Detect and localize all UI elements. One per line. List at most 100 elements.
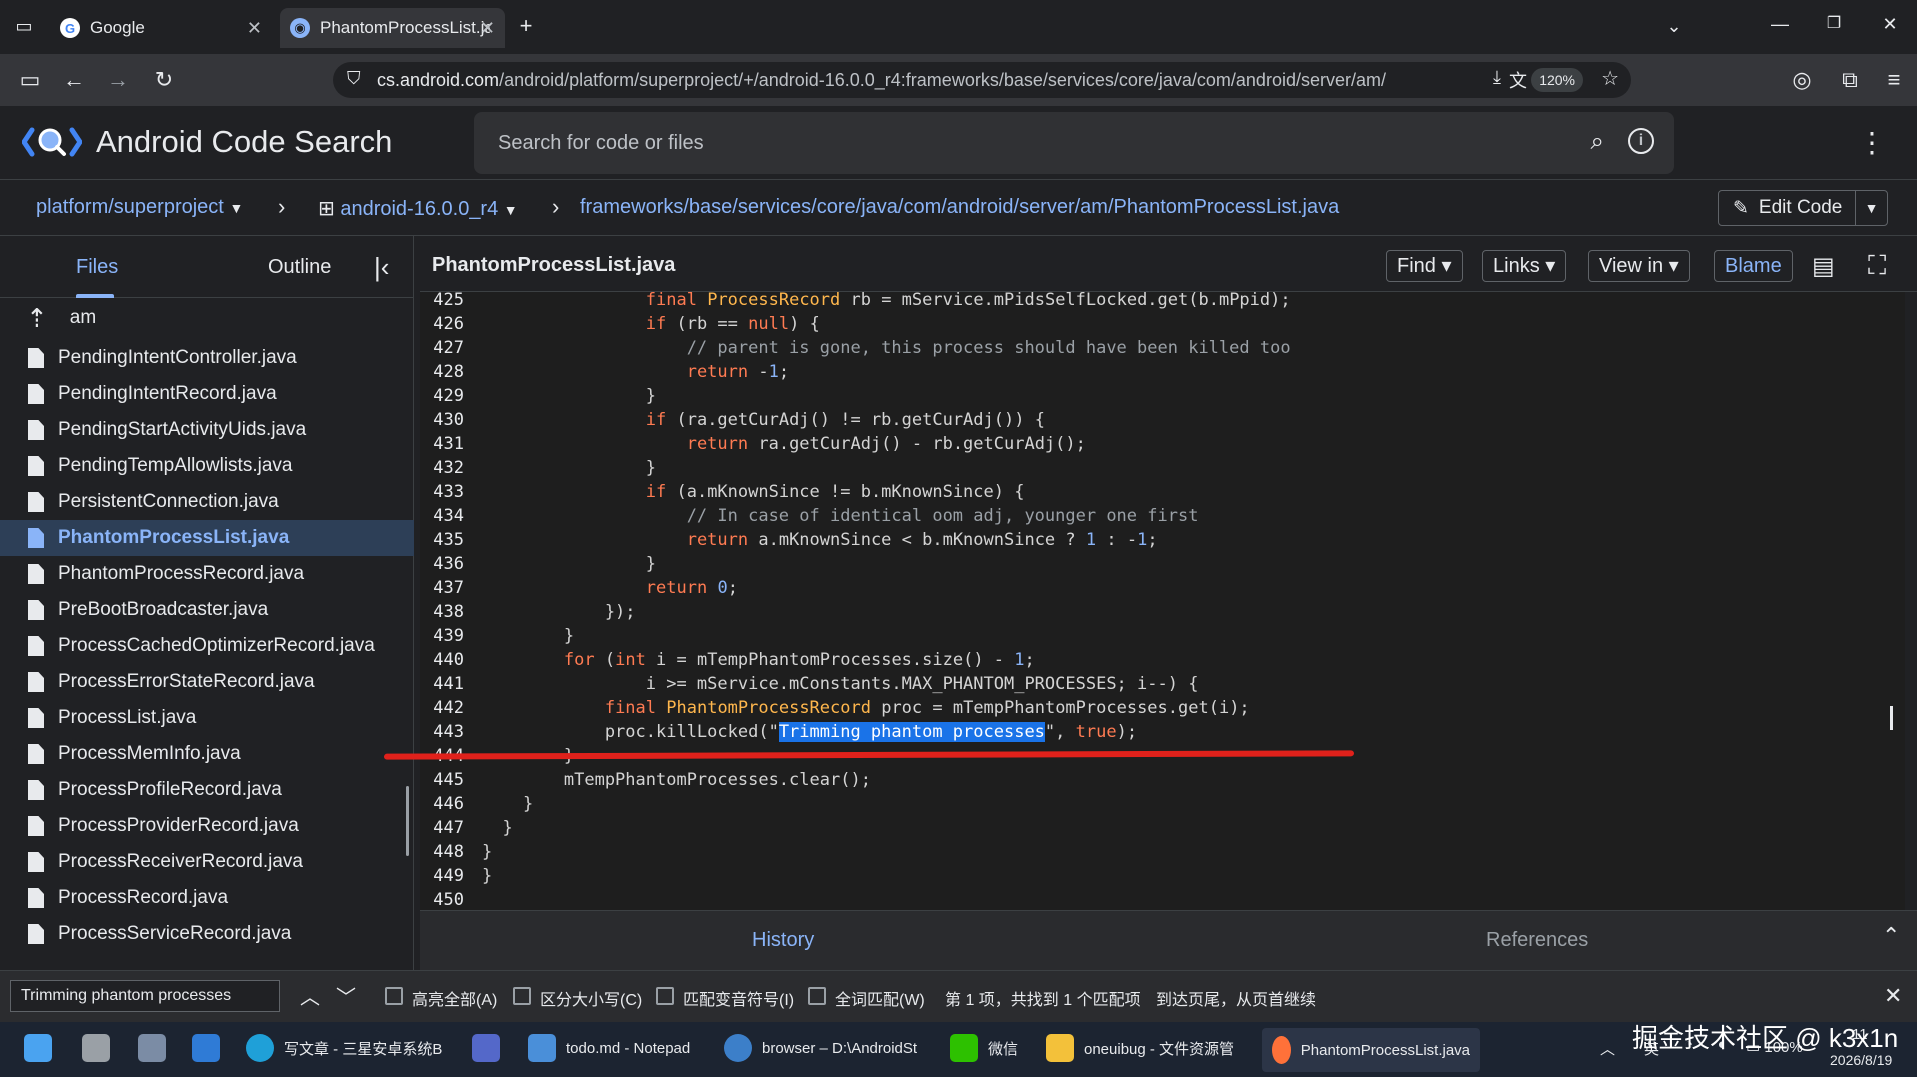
url-field[interactable]: ⛉ cs.android.com/android/platform/superp… — [333, 62, 1631, 98]
code-scrollbar[interactable] — [1890, 706, 1893, 730]
line-number[interactable]: 441 — [420, 672, 466, 696]
line-number[interactable]: 445 — [420, 768, 466, 792]
restore-icon[interactable]: ❐ — [1820, 10, 1848, 38]
tab-google[interactable]: G Google ✕ — [50, 8, 272, 48]
file-item[interactable]: PhantomProcessList.java — [0, 520, 414, 556]
fullscreen-icon[interactable]: ⛶ — [1868, 250, 1886, 282]
collapse-sidebar-icon[interactable]: |‹ — [374, 252, 389, 283]
line-number[interactable]: 429 — [420, 384, 466, 408]
expand-panel-icon[interactable]: ⌃ — [1882, 923, 1900, 949]
code-search-input[interactable]: Search for code or files ⌕ i — [474, 112, 1674, 174]
profile-icon[interactable]: ◎ — [1788, 66, 1816, 94]
branch-selector[interactable]: ⊞ android-16.0.0_r4 ▼ — [318, 196, 518, 221]
line-number[interactable]: 434 — [420, 504, 466, 528]
bookmark-star-icon[interactable]: ☆ — [1601, 66, 1619, 91]
reload-icon[interactable]: ↻ — [150, 66, 178, 94]
tab-outline[interactable]: Outline — [268, 256, 331, 279]
tab-references[interactable]: References — [1486, 929, 1588, 952]
line-number[interactable]: 447 — [420, 816, 466, 840]
line-number[interactable]: 435 — [420, 528, 466, 552]
line-number[interactable]: 442 — [420, 696, 466, 720]
taskbar-item-firefox[interactable]: PhantomProcessList.java — [1262, 1028, 1480, 1072]
line-number[interactable]: 437 — [420, 576, 466, 600]
find-previous-icon[interactable]: ︿ — [300, 981, 320, 1010]
diacritics-checkbox[interactable] — [656, 987, 674, 1005]
line-number[interactable]: 443 — [420, 720, 466, 744]
show-hidden-icons[interactable]: ︿ — [1600, 1038, 1615, 1059]
line-number[interactable]: 433 — [420, 480, 466, 504]
edit-dropdown-icon[interactable]: ▼ — [1855, 191, 1887, 225]
more-vert-icon[interactable]: ⋮ — [1858, 126, 1886, 159]
line-number[interactable]: 426 — [420, 312, 466, 336]
new-tab-icon[interactable]: + — [512, 12, 540, 40]
find-button[interactable]: Find ▾ — [1386, 250, 1463, 282]
links-button[interactable]: Links ▾ — [1482, 250, 1567, 282]
file-item[interactable]: PreBootBroadcaster.java — [0, 592, 414, 628]
line-number[interactable]: 446 — [420, 792, 466, 816]
tab-history[interactable]: History — [752, 929, 814, 952]
menu-icon[interactable]: ≡ — [1880, 66, 1908, 94]
close-tab-icon[interactable]: ✕ — [480, 18, 495, 39]
taskbar-item-wechat[interactable]: 微信 — [950, 1034, 1018, 1062]
install-app-icon[interactable]: ⤓ — [1493, 67, 1501, 88]
line-number[interactable]: 430 — [420, 408, 466, 432]
line-number[interactable]: 436 — [420, 552, 466, 576]
file-item[interactable]: ProcessRecord.java — [0, 880, 414, 916]
zoom-indicator[interactable]: 120% — [1531, 68, 1583, 92]
find-next-icon[interactable]: ﹀ — [336, 981, 356, 1010]
find-input[interactable]: Trimming phantom processes — [10, 980, 280, 1012]
line-number[interactable]: 449 — [420, 864, 466, 888]
forward-icon[interactable]: → — [104, 66, 132, 94]
line-number[interactable]: 432 — [420, 456, 466, 480]
parent-directory[interactable]: ⇡ am — [0, 300, 414, 336]
file-item[interactable]: ProcessCachedOptimizerRecord.java — [0, 628, 414, 664]
file-item[interactable]: PendingIntentRecord.java — [0, 376, 414, 412]
tab-phantom[interactable]: ◉ PhantomProcessList.java - Ar ✕ — [280, 8, 505, 48]
line-number[interactable]: 448 — [420, 840, 466, 864]
tab-files[interactable]: Files — [76, 256, 118, 279]
file-item[interactable]: PersistentConnection.java — [0, 484, 414, 520]
taskbar-item-explorer[interactable]: oneuibug - 文件资源管 — [1046, 1034, 1234, 1062]
taskbar-item-edge[interactable]: 写文章 - 三星安卓系统B — [246, 1034, 442, 1062]
file-item[interactable]: ProcessList.java — [0, 700, 414, 736]
extensions-icon[interactable]: ⧉ — [1836, 66, 1864, 94]
taskbar-app[interactable] — [192, 1034, 230, 1062]
line-number[interactable]: 450 — [420, 888, 466, 910]
taskbar-app[interactable] — [472, 1034, 510, 1062]
start-button[interactable] — [24, 1034, 62, 1062]
layout-toggle-icon[interactable]: ▤ — [1812, 252, 1835, 281]
file-item[interactable]: ProcessProviderRecord.java — [0, 808, 414, 844]
file-item[interactable]: ProcessErrorStateRecord.java — [0, 664, 414, 700]
edit-code-button[interactable]: ✎ Edit Code ▼ — [1718, 190, 1888, 226]
file-item[interactable]: PendingTempAllowlists.java — [0, 448, 414, 484]
taskbar-app[interactable] — [138, 1034, 176, 1062]
line-number[interactable]: 438 — [420, 600, 466, 624]
file-path-link[interactable]: frameworks/base/services/core/java/com/a… — [580, 196, 1339, 219]
file-item[interactable]: ProcessServiceRecord.java — [0, 916, 414, 952]
blame-button[interactable]: Blame — [1714, 250, 1793, 282]
taskbar-item-notepad[interactable]: todo.md - Notepad — [528, 1034, 690, 1062]
line-number[interactable]: 428 — [420, 360, 466, 384]
info-icon[interactable]: i — [1628, 128, 1654, 154]
file-item[interactable]: PhantomProcessRecord.java — [0, 556, 414, 592]
sidebar-toggle-icon[interactable]: ▭ — [16, 66, 44, 94]
line-number[interactable]: 440 — [420, 648, 466, 672]
file-item[interactable]: ProcessReceiverRecord.java — [0, 844, 414, 880]
highlight-all-checkbox[interactable] — [385, 987, 403, 1005]
site-info-icon[interactable]: ⛉ — [347, 68, 361, 89]
view-in-button[interactable]: View in ▾ — [1588, 250, 1690, 282]
line-number[interactable]: 427 — [420, 336, 466, 360]
taskbar-item-android-studio[interactable]: browser – D:\AndroidSt — [724, 1034, 917, 1062]
minimize-icon[interactable]: — — [1766, 10, 1794, 38]
tab-list-icon[interactable]: ⌄ — [1660, 12, 1688, 40]
whole-words-checkbox[interactable] — [808, 987, 826, 1005]
tab-actions-icon[interactable]: ▭ — [10, 12, 38, 40]
file-item[interactable]: PendingIntentController.java — [0, 340, 414, 376]
file-item[interactable]: ProcessProfileRecord.java — [0, 772, 414, 808]
search-icon[interactable]: ⌕ — [1591, 128, 1604, 156]
taskbar-app[interactable] — [82, 1034, 120, 1062]
close-tab-icon[interactable]: ✕ — [247, 18, 262, 39]
file-item[interactable]: ProcessMemInfo.java — [0, 736, 414, 772]
line-number[interactable]: 439 — [420, 624, 466, 648]
match-case-checkbox[interactable] — [513, 987, 531, 1005]
